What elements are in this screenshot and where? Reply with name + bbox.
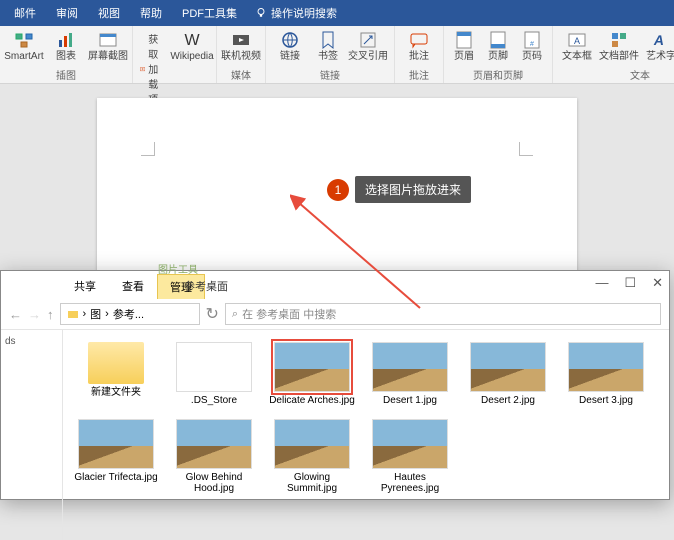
margin-corner-icon	[519, 142, 533, 156]
image-thumbnail	[470, 342, 546, 392]
file-name: Desert 2.jpg	[481, 395, 535, 407]
pagenum-button[interactable]: #页码	[516, 28, 548, 62]
file-explorer-window: 共享 查看 图片工具 管理 参考桌面 — ☐ ✕ ← → ↑ ›图›参考... …	[0, 270, 670, 500]
smartart-button[interactable]: SmartArt	[4, 28, 44, 62]
comment-button[interactable]: 批注	[399, 28, 439, 62]
file-item[interactable]: Hautes Pyrenees.jpg	[365, 417, 455, 497]
group-addins: 获取加载项 我的加载项 WWikipedia 加载项	[133, 26, 217, 83]
tell-me-search[interactable]: 操作说明搜索	[247, 5, 345, 21]
group-label: 文本	[630, 66, 650, 83]
file-item[interactable]: Glow Behind Hood.jpg	[169, 417, 259, 497]
tab-view[interactable]: 查看	[109, 273, 157, 299]
breadcrumb-bar[interactable]: ›图›参考...	[60, 303, 200, 325]
file-item[interactable]: Desert 3.jpg	[561, 340, 651, 409]
file-name: Hautes Pyrenees.jpg	[367, 472, 453, 495]
chart-button[interactable]: 图表	[46, 28, 86, 62]
wordart-button[interactable]: A艺术字	[641, 28, 674, 62]
tab-share[interactable]: 共享	[61, 273, 109, 299]
search-icon: ⌕	[232, 308, 238, 321]
file-item[interactable]: 新建文件夹	[71, 340, 161, 409]
file-name: Delicate Arches.jpg	[269, 395, 355, 407]
svg-text:W: W	[184, 32, 200, 49]
nav-buttons: ← → ↑	[9, 307, 54, 322]
quickparts-button[interactable]: 文档部件	[599, 28, 639, 62]
callout-annotation: 1 选择图片拖放进来	[327, 176, 471, 203]
explorer-tabs: 共享 查看 图片工具 管理 参考桌面 — ☐ ✕	[1, 271, 669, 299]
file-name: .DS_Store	[191, 395, 237, 407]
file-item[interactable]: Glacier Trifecta.jpg	[71, 417, 161, 497]
image-thumbnail	[372, 419, 448, 469]
word-tab-bar: 邮件 审阅 视图 帮助 PDF工具集 操作说明搜索	[0, 0, 674, 26]
group-label: 媒体	[231, 66, 251, 83]
refresh-button[interactable]: ↻	[206, 304, 219, 324]
explorer-search[interactable]: ⌕ 在 参考桌面 中搜索	[225, 303, 661, 325]
back-button[interactable]: ←	[9, 307, 22, 322]
group-links: 链接 书签 交叉引用 链接	[266, 26, 395, 83]
footer-button[interactable]: 页脚	[482, 28, 514, 62]
group-header-footer: 页眉 页脚 #页码 页眉和页脚	[444, 26, 553, 83]
svg-text:A: A	[574, 36, 580, 46]
tab-pdf[interactable]: PDF工具集	[172, 0, 247, 26]
file-item[interactable]: Delicate Arches.jpg	[267, 340, 357, 409]
forward-button[interactable]: →	[28, 307, 41, 322]
file-item[interactable]: Glowing Summit.jpg	[267, 417, 357, 497]
group-comments: 批注 批注	[395, 26, 444, 83]
tab-view[interactable]: 视图	[88, 0, 130, 26]
file-name: Glow Behind Hood.jpg	[171, 472, 257, 495]
bookmark-button[interactable]: 书签	[312, 28, 344, 62]
image-thumbnail	[78, 419, 154, 469]
file-name: Glowing Summit.jpg	[269, 472, 355, 495]
group-label: 批注	[409, 66, 429, 83]
bulb-icon	[255, 7, 267, 19]
window-title: 参考桌面	[171, 273, 241, 299]
file-name: Desert 3.jpg	[579, 395, 633, 407]
image-thumbnail	[274, 342, 350, 392]
group-media: 联机视频 媒体	[217, 26, 266, 83]
minimize-button[interactable]: —	[595, 275, 608, 291]
file-name: Glacier Trifecta.jpg	[74, 472, 157, 484]
svg-text:A: A	[653, 32, 666, 48]
maximize-button[interactable]: ☐	[624, 275, 636, 291]
file-icon	[176, 342, 252, 392]
group-illustrations: SmartArt 图表 屏幕截图 插图	[0, 26, 133, 83]
file-name: 新建文件夹	[91, 387, 141, 399]
folder-icon	[67, 308, 79, 320]
crossref-button[interactable]: 交叉引用	[346, 28, 390, 62]
file-item[interactable]: Desert 1.jpg	[365, 340, 455, 409]
close-button[interactable]: ✕	[652, 275, 663, 291]
explorer-file-pane[interactable]: 新建文件夹 .DS_Store Delicate Arches.jpg Desert …	[63, 330, 669, 540]
margin-corner-icon	[141, 142, 155, 156]
online-video-button[interactable]: 联机视频	[221, 28, 261, 62]
screenshot-button[interactable]: 屏幕截图	[88, 28, 128, 62]
folder-icon	[88, 342, 144, 384]
group-label: 插图	[56, 66, 76, 83]
svg-text:#: #	[530, 41, 534, 48]
group-label: 链接	[320, 66, 340, 83]
address-bar-row: ← → ↑ ›图›参考... ↻ ⌕ 在 参考桌面 中搜索	[1, 299, 669, 330]
link-button[interactable]: 链接	[270, 28, 310, 62]
tab-mail[interactable]: 邮件	[4, 0, 46, 26]
tab-help[interactable]: 帮助	[130, 0, 172, 26]
textbox-button[interactable]: A文本框	[557, 28, 597, 62]
callout-number: 1	[327, 179, 349, 201]
file-item[interactable]: Desert 2.jpg	[463, 340, 553, 409]
wikipedia-button[interactable]: WWikipedia	[172, 28, 212, 62]
callout-text: 选择图片拖放进来	[355, 176, 471, 203]
image-thumbnail	[176, 419, 252, 469]
image-thumbnail	[568, 342, 644, 392]
file-name: Desert 1.jpg	[383, 395, 437, 407]
tell-me-placeholder: 操作说明搜索	[271, 5, 337, 21]
group-label: 页眉和页脚	[473, 66, 523, 83]
image-thumbnail	[274, 419, 350, 469]
explorer-sidebar[interactable]: ds	[1, 330, 63, 540]
file-item[interactable]: .DS_Store	[169, 340, 259, 409]
header-button[interactable]: 页眉	[448, 28, 480, 62]
group-text: A文本框 文档部件 A艺术字 A首字下沉 文本	[553, 26, 674, 83]
image-thumbnail	[372, 342, 448, 392]
tab-review[interactable]: 审阅	[46, 0, 88, 26]
ribbon: SmartArt 图表 屏幕截图 插图 获取加载项 我的加载项 WWikiped…	[0, 26, 674, 84]
up-button[interactable]: ↑	[47, 307, 54, 322]
